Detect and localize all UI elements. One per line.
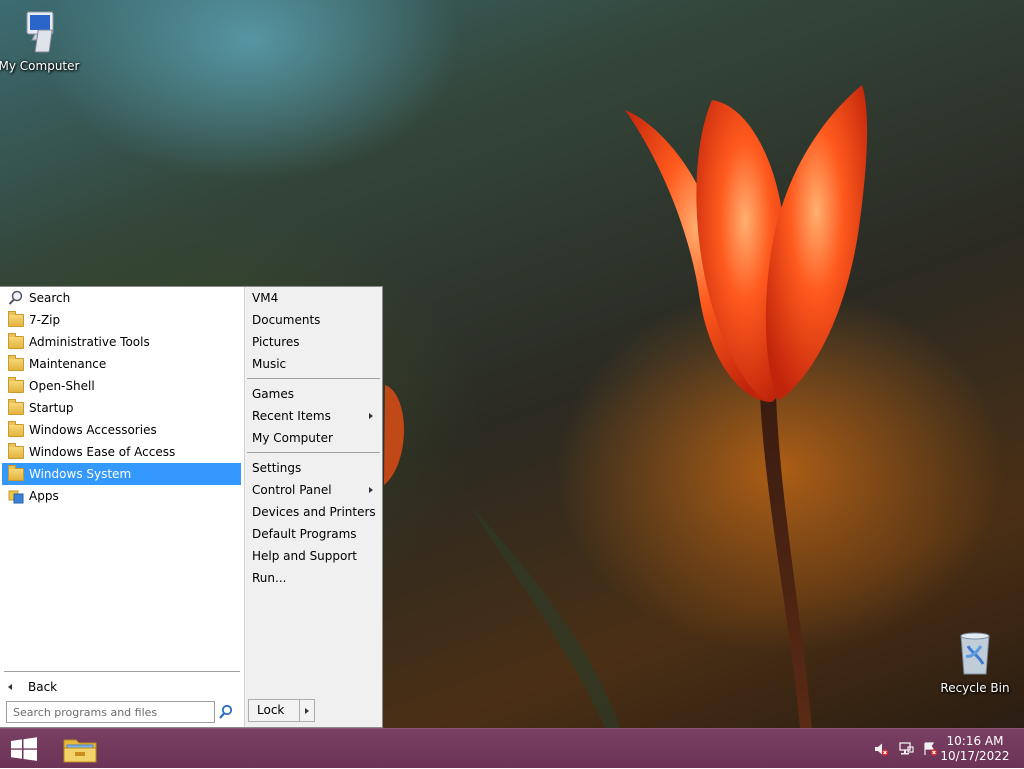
- places-pane: VM4 Documents Pictures Music Games Recen…: [245, 287, 382, 727]
- back-separator: [4, 671, 240, 672]
- recycle-bin-icon: [960, 632, 990, 675]
- desktop-icon-label: Recycle Bin: [940, 681, 1010, 695]
- folder-icon: [8, 377, 24, 393]
- apps-icon: [8, 490, 24, 504]
- program-item-label: Windows System: [29, 467, 132, 481]
- folder-icon: [8, 465, 24, 481]
- place-item-music[interactable]: Music: [247, 353, 379, 375]
- lock-button[interactable]: Lock: [248, 699, 300, 722]
- folder-icon: [8, 443, 24, 459]
- program-item-startup[interactable]: Startup: [2, 397, 241, 419]
- taskbar-clock[interactable]: 10:16 AM 10/17/2022: [940, 734, 1010, 764]
- place-item-label: Games: [252, 387, 294, 401]
- program-item-maintenance[interactable]: Maintenance: [2, 353, 241, 375]
- folder-icon: [8, 355, 24, 371]
- place-item-label: Devices and Printers: [252, 505, 376, 519]
- place-item-label: Documents: [252, 313, 321, 327]
- place-item-help-and-support[interactable]: Help and Support: [247, 545, 379, 567]
- file-explorer-icon: [63, 739, 97, 763]
- desktop-icon-label: My Computer: [0, 59, 80, 73]
- program-item-label: Windows Accessories: [29, 423, 157, 437]
- place-item-settings[interactable]: Settings: [247, 457, 379, 479]
- program-item-label: Windows Ease of Access: [29, 445, 176, 459]
- submenu-arrow-icon: [369, 413, 373, 419]
- program-item-open-shell[interactable]: Open-Shell: [2, 375, 241, 397]
- program-item-windows-system[interactable]: Windows System: [2, 463, 241, 485]
- place-item-devices-and-printers[interactable]: Devices and Printers: [247, 501, 379, 523]
- program-item-search[interactable]: Search: [2, 287, 241, 309]
- place-item-label: VM4: [252, 291, 279, 305]
- places-separator: [247, 452, 380, 453]
- places-separator: [247, 378, 380, 379]
- shutdown-options-button[interactable]: [299, 699, 315, 722]
- search-programs-input[interactable]: [6, 701, 215, 723]
- program-item-label: Apps: [29, 489, 59, 503]
- place-item-default-programs[interactable]: Default Programs: [247, 523, 379, 545]
- place-item-label: Control Panel: [252, 483, 332, 497]
- place-item-label: Settings: [252, 461, 302, 475]
- computer-icon: [26, 11, 54, 53]
- place-item-my-computer[interactable]: My Computer: [247, 427, 379, 449]
- clock-date: 10/17/2022: [940, 749, 1010, 763]
- folder-icon: [8, 399, 24, 415]
- program-item-label: 7-Zip: [29, 313, 61, 327]
- place-item-control-panel[interactable]: Control Panel: [247, 479, 379, 501]
- desktop-icon-recycle-bin[interactable]: Recycle Bin: [930, 632, 1020, 695]
- desktop-icon-my-computer[interactable]: My Computer: [0, 10, 84, 73]
- action-center-icon[interactable]: [922, 741, 938, 757]
- taskbar: 10:16 AM 10/17/2022: [0, 728, 1024, 768]
- file-explorer-taskbar-button[interactable]: [58, 731, 102, 767]
- programs-pane: Search 7-Zip Administrative Tools Mainte…: [0, 287, 245, 727]
- search-icon[interactable]: [218, 704, 234, 720]
- submenu-arrow-icon: [369, 487, 373, 493]
- program-item-apps[interactable]: Apps: [2, 485, 241, 507]
- windows-logo-icon: [11, 737, 37, 761]
- place-item-label: Default Programs: [252, 527, 357, 541]
- program-item-label: Administrative Tools: [29, 335, 150, 349]
- start-menu: Search 7-Zip Administrative Tools Mainte…: [0, 286, 383, 728]
- program-item-7-zip[interactable]: 7-Zip: [2, 309, 241, 331]
- lock-label: Lock: [257, 703, 285, 717]
- place-item-label: My Computer: [252, 431, 333, 445]
- place-item-label: Recent Items: [252, 409, 331, 423]
- place-item-recent-items[interactable]: Recent Items: [247, 405, 379, 427]
- place-item-label: Run...: [252, 571, 287, 585]
- program-item-label: Open-Shell: [29, 379, 95, 393]
- program-item-label: Search: [29, 291, 71, 305]
- folder-icon: [8, 333, 24, 349]
- place-item-vm4[interactable]: VM4: [247, 287, 379, 309]
- place-item-documents[interactable]: Documents: [247, 309, 379, 331]
- search-icon: [8, 290, 23, 305]
- program-item-administrative-tools[interactable]: Administrative Tools: [2, 331, 241, 353]
- speaker-muted-icon[interactable]: [873, 741, 889, 757]
- place-item-label: Help and Support: [252, 549, 357, 563]
- place-item-games[interactable]: Games: [247, 383, 379, 405]
- place-item-label: Pictures: [252, 335, 300, 349]
- left-arrow-icon: [8, 684, 12, 690]
- program-item-label: Maintenance: [29, 357, 107, 371]
- place-item-pictures[interactable]: Pictures: [247, 331, 379, 353]
- back-label: Back: [28, 680, 58, 694]
- network-icon[interactable]: [898, 741, 914, 757]
- place-item-label: Music: [252, 357, 287, 371]
- place-item-run[interactable]: Run...: [247, 567, 379, 589]
- program-item-label: Startup: [29, 401, 74, 415]
- program-item-windows-accessories[interactable]: Windows Accessories: [2, 419, 241, 441]
- back-button[interactable]: Back: [4, 676, 240, 698]
- folder-icon: [8, 421, 24, 437]
- program-item-windows-ease-of-access[interactable]: Windows Ease of Access: [2, 441, 241, 463]
- start-button[interactable]: [0, 729, 48, 769]
- folder-icon: [8, 311, 24, 327]
- clock-time: 10:16 AM: [946, 734, 1004, 748]
